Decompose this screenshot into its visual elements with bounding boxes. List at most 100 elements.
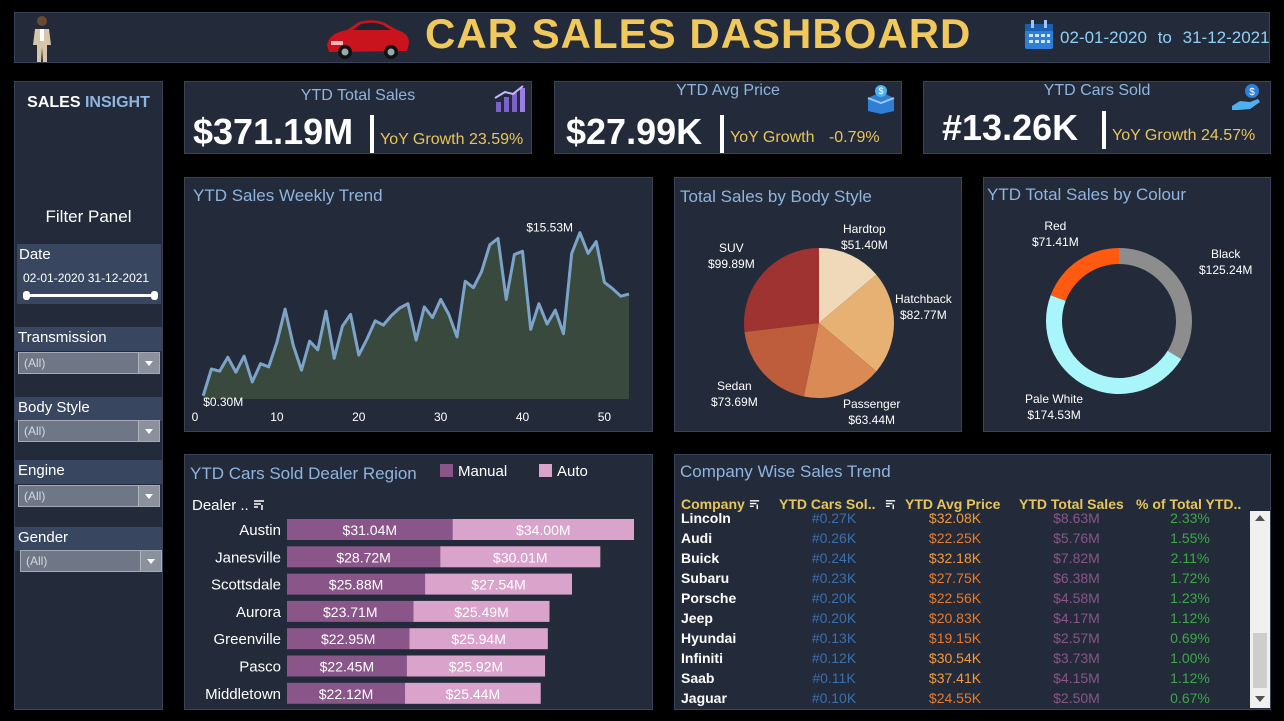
cell-company: Infiniti: [681, 650, 723, 666]
bar-label-auto: $25.94M: [451, 631, 505, 647]
gender-dropdown[interactable]: (All): [20, 550, 162, 572]
cell-avg-price: $32.18K: [928, 550, 982, 566]
body-style-value: (All): [24, 424, 46, 438]
kpi-divider: [370, 115, 374, 153]
sort-icon[interactable]: [749, 499, 760, 510]
scroll-thumb[interactable]: [1253, 633, 1267, 688]
cell-cars-sold: #0.11K: [812, 670, 856, 686]
x-tick-label: 50: [598, 410, 612, 424]
bar-label-auto: $30.01M: [493, 549, 547, 565]
engine-filter-label: Engine: [15, 460, 162, 484]
table-row[interactable]: Saab #0.11K $37.41K $4.15M 1.12%: [679, 670, 1259, 690]
x-tick-label: 20: [352, 410, 366, 424]
cell-share: 1.55%: [1170, 530, 1210, 546]
cell-total-sales: $2.50M: [1053, 690, 1100, 706]
cell-total-sales: $4.58M: [1053, 590, 1100, 606]
bar-label-auto: $25.92M: [449, 659, 503, 675]
chevron-down-icon[interactable]: [138, 353, 159, 373]
brand-insight: INSIGHT: [84, 94, 150, 111]
cell-cars-sold: #0.20K: [811, 590, 857, 606]
kpi-growth: YoY Growth 23.59%: [380, 131, 523, 149]
cell-total-sales: $2.57M: [1053, 630, 1100, 646]
cell-share: 1.12%: [1170, 610, 1210, 626]
cell-company: Subaru: [681, 570, 730, 586]
body-style-dropdown[interactable]: (All): [18, 420, 160, 442]
dealer-category-label: Janesville: [215, 549, 281, 566]
gender-value: (All): [26, 554, 48, 568]
table-row[interactable]: Audi #0.26K $22.25K $5.76M 1.55%: [679, 530, 1259, 550]
bar-label-manual: $22.12M: [319, 686, 373, 702]
growth-chart-icon: [494, 85, 525, 112]
scroll-up-icon[interactable]: [1255, 515, 1265, 521]
scroll-down-icon[interactable]: [1255, 696, 1265, 702]
sort-icon[interactable]: [885, 499, 896, 510]
cell-cars-sold: #0.12K: [811, 650, 857, 666]
bar-label-manual: $31.04M: [343, 522, 397, 538]
cell-cars-sold: #0.13K: [811, 630, 857, 646]
table-row[interactable]: Subaru #0.23K $27.75K $6.38M 1.72%: [679, 570, 1259, 590]
cell-share: 2.11%: [1170, 550, 1210, 566]
dealer-category-label: Aurora: [236, 604, 282, 621]
cell-company: Hyundai: [681, 630, 737, 646]
table-row[interactable]: Buick #0.24K $32.18K $7.82M 2.11%: [679, 550, 1259, 570]
cell-avg-price: $22.25K: [928, 530, 982, 546]
weekly-trend-chart[interactable]: 0 10 20 30 40 50 $15.53M $0.30M: [185, 178, 652, 431]
red-car-logo-icon: [327, 20, 409, 59]
cell-company: Saab: [681, 670, 715, 686]
table-row[interactable]: Hyundai #0.13K $19.15K $2.57M 0.69%: [679, 630, 1259, 650]
chevron-down-icon[interactable]: [138, 486, 159, 506]
transmission-filter: Transmission (All): [15, 327, 162, 379]
data-label: $15.53M: [526, 221, 573, 235]
body-style-filter-label: Body Style: [15, 397, 162, 421]
cell-company: Jaguar: [681, 690, 727, 706]
x-tick-label: 30: [434, 410, 448, 424]
cell-total-sales: $5.76M: [1053, 530, 1100, 546]
cell-total-sales: $3.73M: [1053, 650, 1100, 666]
cell-avg-price: $27.75K: [928, 570, 982, 586]
cell-company: Audi: [681, 530, 713, 546]
bar-label-manual: $28.72M: [336, 549, 390, 565]
cell-total-sales: $6.38M: [1053, 570, 1100, 586]
cell-avg-price: $32.08K: [928, 510, 982, 526]
kpi-value: $371.19M: [193, 111, 354, 152]
dealer-stacked-bar-chart[interactable]: Austin $31.04M $34.00M Janesville $28.72M $30…: [185, 455, 652, 709]
cell-company: Lincoln: [681, 510, 731, 526]
transmission-dropdown[interactable]: (All): [18, 352, 160, 374]
bar-label-auto: $34.00M: [516, 522, 570, 538]
cell-cars-sold: #0.24K: [811, 550, 857, 566]
bar-label-manual: $22.95M: [321, 631, 375, 647]
cell-share: 1.23%: [1170, 590, 1210, 606]
cell-cars-sold: #0.27K: [811, 510, 857, 526]
transmission-filter-label: Transmission: [15, 327, 162, 351]
chevron-down-icon[interactable]: [138, 421, 159, 441]
cell-cars-sold: #0.26K: [811, 530, 857, 546]
table-row[interactable]: Porsche #0.20K $22.56K $4.58M 1.23%: [679, 590, 1259, 610]
cell-avg-price: $20.83K: [928, 610, 982, 626]
date-filter-range[interactable]: 02-01-2020 31-12-2021: [23, 271, 149, 285]
date-slider-handle-start[interactable]: [23, 291, 30, 300]
cell-company: Buick: [681, 550, 720, 566]
table-row[interactable]: Jaguar #0.10K $24.55K $2.50M 0.67%: [679, 690, 1259, 710]
engine-dropdown[interactable]: (All): [18, 485, 160, 507]
date-slider-track[interactable]: [25, 294, 155, 297]
table-row[interactable]: Jeep #0.20K $20.83K $4.17M 1.12%: [679, 610, 1259, 630]
brand-sales: SALES: [27, 94, 81, 111]
cell-avg-price: $37.41K: [928, 670, 982, 686]
person-avatar-icon: [33, 16, 51, 62]
date-slider-handle-end[interactable]: [151, 291, 158, 300]
bar-label-auto: $27.54M: [471, 577, 525, 593]
table-row[interactable]: Lincoln #0.27K $32.08K $8.63M 2.33%: [679, 510, 1259, 530]
cell-company: Jeep: [681, 610, 713, 626]
bar-label-auto: $25.49M: [454, 604, 508, 620]
cell-cars-sold: #0.23K: [811, 570, 857, 586]
dealer-category-label: Greenville: [213, 631, 281, 648]
cell-share: 1.00%: [1170, 650, 1210, 666]
gender-filter-label: Gender: [15, 527, 162, 551]
cell-cars-sold: #0.10K: [811, 690, 857, 706]
date-filter: Date 02-01-2020 31-12-2021: [17, 244, 161, 304]
table-scrollbar[interactable]: [1250, 511, 1270, 708]
chevron-down-icon[interactable]: [140, 551, 161, 571]
transmission-value: (All): [24, 356, 46, 370]
cell-total-sales: $7.82M: [1053, 550, 1100, 566]
table-row[interactable]: Infiniti #0.12K $30.54K $3.73M 1.00%: [679, 650, 1259, 670]
